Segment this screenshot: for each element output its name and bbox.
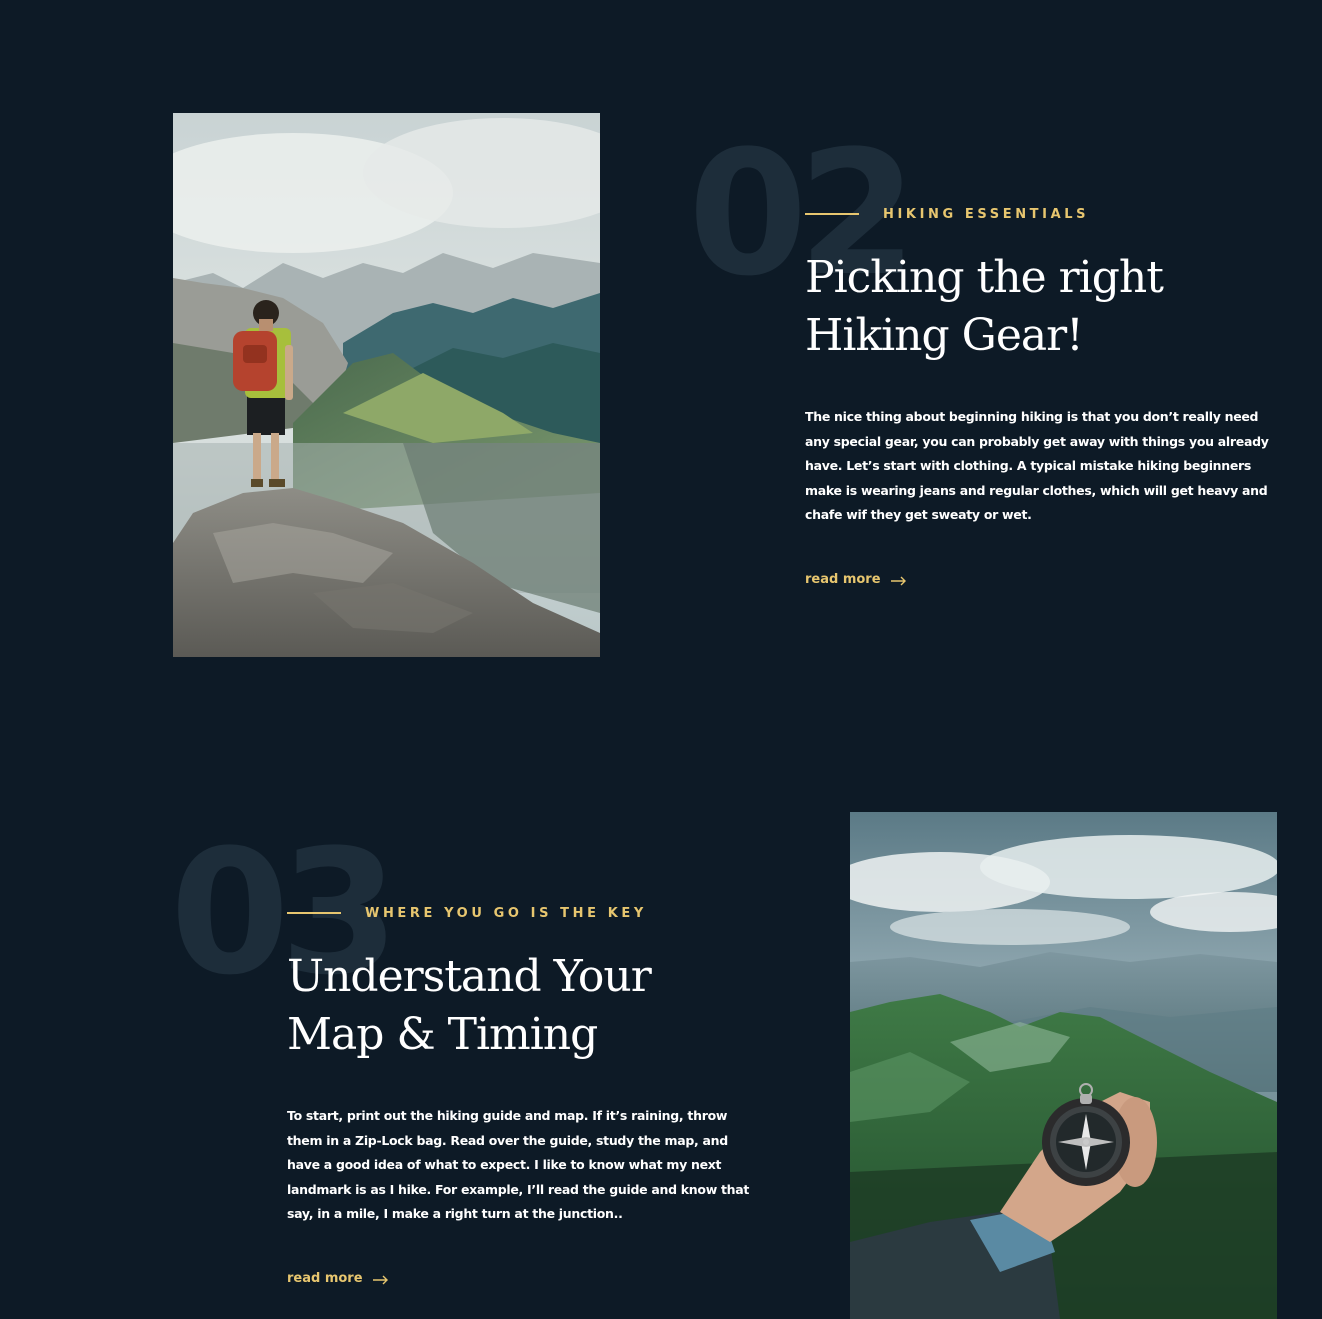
eyebrow-divider <box>287 912 341 914</box>
eyebrow-divider <box>805 213 859 215</box>
article-eyebrow: Where you go is the key <box>287 904 767 922</box>
eyebrow-label: Where you go is the key <box>365 905 647 921</box>
article-title-line: Map & Timing <box>287 1009 598 1060</box>
article-title-line: Understand Your <box>287 951 652 1002</box>
eyebrow-label: Hiking Essentials <box>883 206 1090 222</box>
hiker-on-mountain-ridge-photo <box>173 113 600 657</box>
article-body: The nice thing about beginning hiking is… <box>805 409 1269 522</box>
hand-holding-compass-photo <box>850 812 1277 1319</box>
read-more-label: read more <box>287 1271 363 1286</box>
article-title: Picking the right Hiking Gear! <box>805 249 1285 365</box>
arrow-right-icon <box>890 575 907 585</box>
read-more-link[interactable]: read more <box>805 572 907 587</box>
read-more-label: read more <box>805 572 881 587</box>
article-body: To start, print out the hiking guide and… <box>287 1108 750 1221</box>
article-eyebrow: Hiking Essentials <box>805 205 1285 223</box>
article-section-03: 03 Where you go is the key Understand Yo… <box>0 700 1322 1319</box>
read-more-link[interactable]: read more <box>287 1271 389 1286</box>
arrow-right-icon <box>372 1274 389 1284</box>
article-title-line: Hiking Gear! <box>805 310 1084 361</box>
article-title-line: Picking the right <box>805 252 1164 303</box>
article-text-block: Hiking Essentials Picking the right Hiki… <box>805 205 1285 587</box>
article-section-02: 02 Hiking Essentials Picking the right H… <box>0 0 1322 700</box>
article-text-block: Where you go is the key Understand Your … <box>287 904 767 1286</box>
article-title: Understand Your Map & Timing <box>287 948 767 1064</box>
